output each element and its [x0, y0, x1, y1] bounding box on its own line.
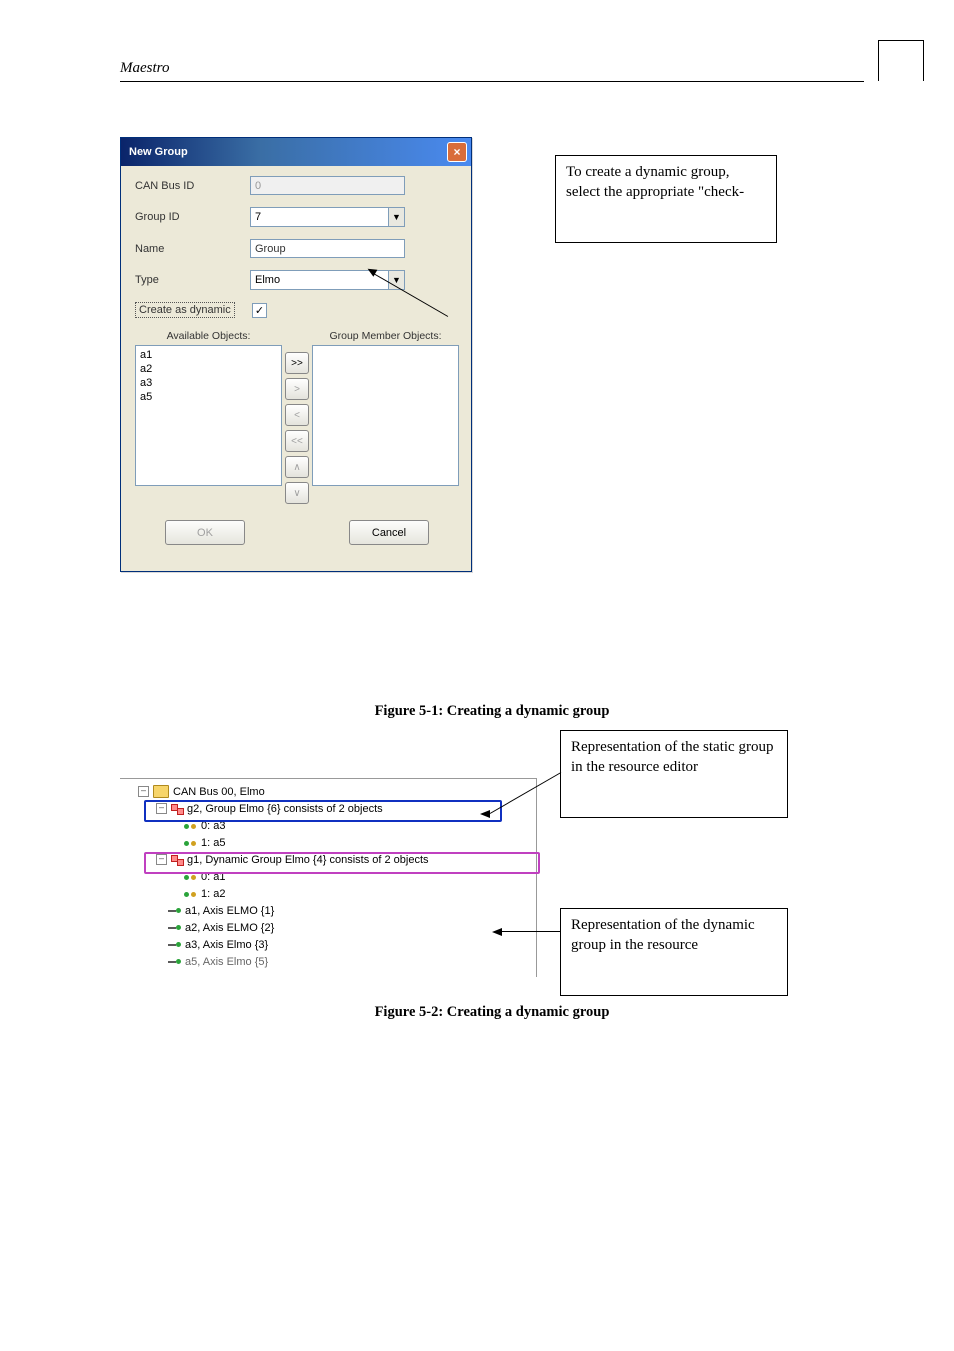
member-objects-label: Group Member Objects:: [312, 330, 459, 342]
list-item[interactable]: a3: [140, 376, 277, 390]
move-up-button[interactable]: ∧: [285, 456, 309, 478]
callout-dynamic-group: Representation of the dynamic group in t…: [560, 908, 788, 996]
move-down-button[interactable]: ∨: [285, 482, 309, 504]
figure-2-caption: Figure 5-2: Creating a dynamic group: [120, 1004, 864, 1021]
can-bus-id-input: 0: [250, 176, 405, 195]
highlight-dynamic-group: [144, 852, 540, 874]
page-header: Maestro: [120, 60, 169, 81]
name-input[interactable]: Group: [250, 239, 405, 258]
callout-static-group: Representation of the static group in th…: [560, 730, 788, 818]
figure-2-area: Representation of the static group in th…: [120, 730, 840, 990]
tree-axis[interactable]: a2, Axis ELMO {2}: [168, 919, 536, 936]
name-label: Name: [135, 243, 250, 255]
member-objects-list[interactable]: [312, 345, 459, 486]
new-group-dialog: New Group × CAN Bus ID 0 Group ID 7 ▼: [120, 137, 472, 572]
add-all-button[interactable]: >>: [285, 352, 309, 374]
tree-root[interactable]: – CAN Bus 00, Elmo: [138, 783, 536, 800]
tree-axis[interactable]: a3, Axis Elmo {3}: [168, 936, 536, 953]
can-bus-id-label: CAN Bus ID: [135, 180, 250, 192]
figure-1-caption: Figure 5-1: Creating a dynamic group: [120, 703, 864, 720]
folder-icon: [153, 785, 169, 798]
type-label: Type: [135, 274, 250, 286]
type-value: Elmo: [255, 274, 280, 286]
axis-icon: [168, 924, 181, 932]
ok-button[interactable]: OK: [165, 520, 245, 545]
collapse-icon[interactable]: –: [138, 786, 149, 797]
callout-create-dynamic: To create a dynamic group, select the ap…: [555, 155, 777, 243]
tree-member[interactable]: 1: a5: [184, 834, 536, 851]
remove-all-button[interactable]: <<: [285, 430, 309, 452]
add-one-button[interactable]: >: [285, 378, 309, 400]
chevron-down-icon: ▼: [388, 208, 404, 226]
axis-icon: [168, 907, 181, 915]
tree-member[interactable]: 1: a2: [184, 885, 536, 902]
group-id-label: Group ID: [135, 211, 250, 223]
dialog-title: New Group: [129, 146, 188, 158]
page-number-box: [878, 40, 924, 81]
list-item[interactable]: a5: [140, 390, 277, 404]
annotation-arrow-head: [480, 810, 490, 818]
member-icon: [184, 822, 197, 830]
remove-one-button[interactable]: <: [285, 404, 309, 426]
list-item[interactable]: a2: [140, 362, 277, 376]
available-objects-label: Available Objects:: [135, 330, 282, 342]
tree-axis[interactable]: a5, Axis Elmo {5}: [168, 953, 536, 970]
type-select[interactable]: Elmo ▼: [250, 270, 405, 290]
close-icon[interactable]: ×: [447, 142, 467, 162]
cancel-button[interactable]: Cancel: [349, 520, 429, 545]
group-id-value: 7: [255, 211, 261, 223]
create-dynamic-checkbox[interactable]: ✓: [252, 303, 267, 318]
highlight-static-group: [144, 800, 502, 822]
member-icon: [184, 890, 197, 898]
group-id-select[interactable]: 7 ▼: [250, 207, 405, 227]
tree-axis[interactable]: a1, Axis ELMO {1}: [168, 902, 536, 919]
list-item[interactable]: a1: [140, 348, 277, 362]
axis-icon: [168, 941, 181, 949]
dialog-titlebar: New Group ×: [121, 138, 471, 166]
annotation-arrow-head: [492, 928, 502, 936]
available-objects-list[interactable]: a1 a2 a3 a5: [135, 345, 282, 486]
figure-1-area: New Group × CAN Bus ID 0 Group ID 7 ▼: [120, 137, 840, 697]
create-dynamic-label: Create as dynamic: [135, 302, 250, 318]
axis-icon: [168, 958, 181, 966]
member-icon: [184, 839, 197, 847]
